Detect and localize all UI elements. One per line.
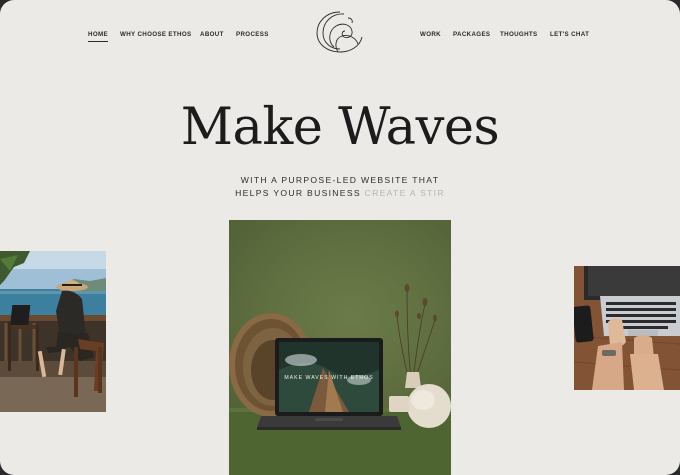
nav-why-choose-ethos[interactable]: WHY CHOOSE ETHOS [120,31,192,38]
nav-thoughts[interactable]: THOUGHTS [500,31,538,38]
hero-subtitle-line1: WITH A PURPOSE-LED WEBSITE THAT [240,175,440,185]
page-frame: HOME WHY CHOOSE ETHOS ABOUT PROCESS WORK… [0,0,680,475]
nav-about[interactable]: ABOUT [200,31,224,38]
woman-balcony-photo [0,251,106,412]
hero-subtitle-line2: HELPS YOUR BUSINESS CREATE A STIR [0,188,680,198]
nav-process[interactable]: PROCESS [236,31,269,38]
nav-work[interactable]: WORK [420,31,441,38]
hero-subtitle-accent: CREATE A STIR [364,188,445,198]
ethos-wave-logo-icon[interactable] [314,9,366,55]
hero-title: Make Waves [180,98,500,157]
laptop-screen-text: MAKE WAVES WITH ETHOS [284,375,374,381]
hero-subtitle-main: HELPS YOUR BUSINESS [235,188,361,198]
laptop-hero-photo: MAKE WAVES WITH ETHOS [229,220,451,475]
typing-laptop-photo [574,266,680,390]
nav-lets-chat[interactable]: LET'S CHAT [550,31,589,38]
nav-packages[interactable]: PACKAGES [453,31,490,38]
nav-home[interactable]: HOME [88,31,108,42]
